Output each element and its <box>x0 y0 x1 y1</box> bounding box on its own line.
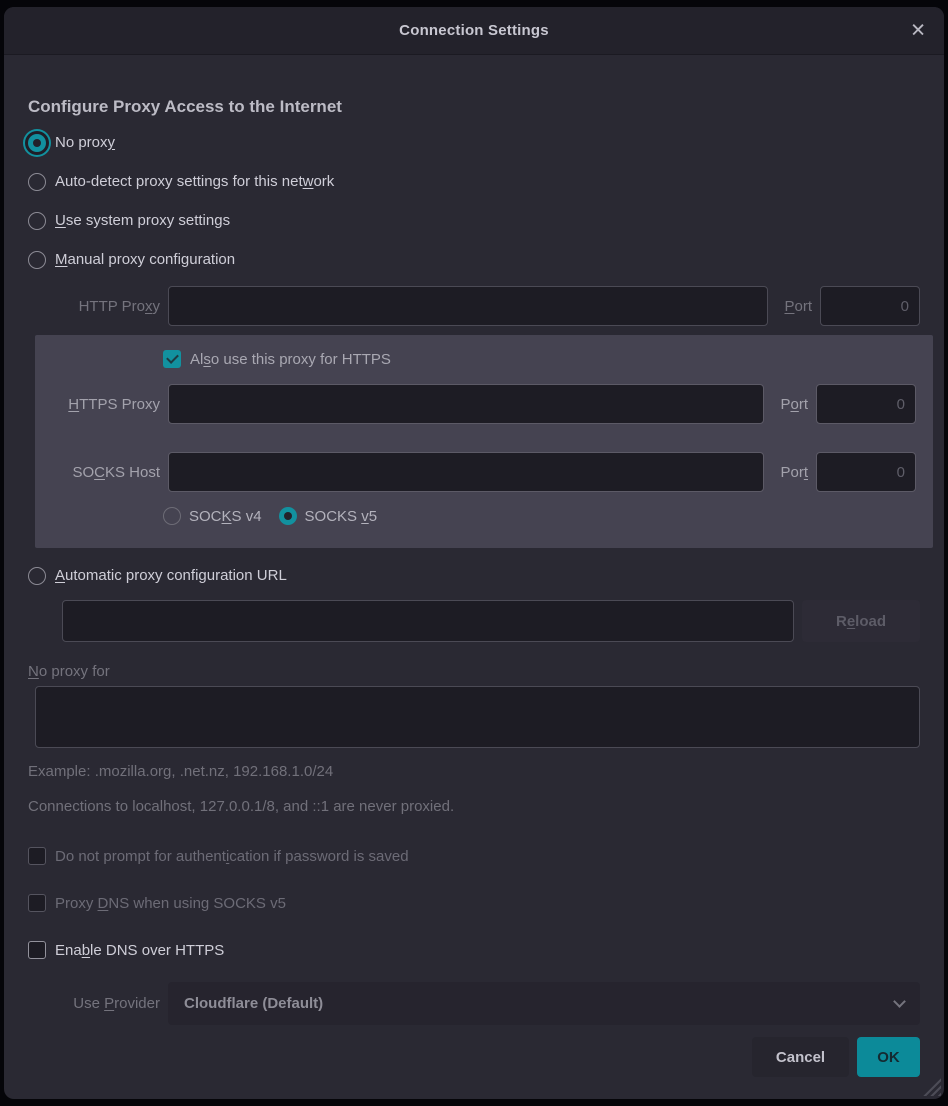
resize-grip-icon[interactable] <box>923 1078 941 1096</box>
http-proxy-label: HTTP Proxy <box>28 298 160 315</box>
radio-system-proxy[interactable] <box>28 212 46 230</box>
radio-label-manual-proxy: Manual proxy configuration <box>55 251 235 268</box>
radio-row-auto-detect[interactable]: Auto-detect proxy settings for this netw… <box>28 162 920 201</box>
auto-url-input[interactable] <box>62 600 794 642</box>
https-port-label: Port <box>772 396 808 413</box>
proxy-dns-checkbox[interactable] <box>28 894 46 912</box>
http-port-label: Port <box>776 298 812 315</box>
also-https-checkbox[interactable] <box>163 350 181 368</box>
dialog-footer: Cancel OK <box>28 1037 920 1077</box>
socks-host-row: SOCKS Host Port <box>35 450 916 494</box>
bottom-checkboxes: Do not prompt for authentication if pass… <box>28 841 920 965</box>
https-port-input[interactable] <box>816 384 916 424</box>
https-proxy-input[interactable] <box>168 384 764 424</box>
socks-host-input[interactable] <box>168 452 764 492</box>
also-https-row[interactable]: Also use this proxy for HTTPS <box>35 345 916 373</box>
socks-version-row: SOCKS v4 SOCKS v5 <box>35 500 916 532</box>
radio-row-system-proxy[interactable]: Use system proxy settings <box>28 201 920 240</box>
enable-doh-checkbox[interactable] <box>28 941 46 959</box>
chevron-down-icon <box>893 995 906 1008</box>
reload-button[interactable]: Reload <box>802 600 920 642</box>
http-proxy-row: HTTP Proxy Port <box>28 284 920 328</box>
dialog-title: Connection Settings <box>399 22 549 39</box>
radio-label-auto-detect: Auto-detect proxy settings for this netw… <box>55 173 334 190</box>
enable-doh-label: Enable DNS over HTTPS <box>55 942 224 959</box>
provider-row: Use Provider Cloudflare (Default) <box>28 982 920 1025</box>
no-prompt-auth-row[interactable]: Do not prompt for authentication if pass… <box>28 841 920 871</box>
radio-auto-url[interactable] <box>28 567 46 585</box>
radio-label-socks-v4: SOCKS v4 <box>189 508 262 525</box>
radio-manual-proxy[interactable] <box>28 251 46 269</box>
no-prompt-auth-label: Do not prompt for authentication if pass… <box>55 848 409 865</box>
radio-auto-detect[interactable] <box>28 173 46 191</box>
cancel-button[interactable]: Cancel <box>752 1037 849 1077</box>
auto-url-row: Reload <box>62 599 920 643</box>
provider-value: Cloudflare (Default) <box>184 995 323 1012</box>
close-icon[interactable]: ✕ <box>910 21 926 40</box>
no-proxy-for-textarea[interactable] <box>35 686 920 748</box>
no-proxy-for-label: No proxy for <box>28 663 920 680</box>
example-hint: Example: .mozilla.org, .net.nz, 192.168.… <box>28 763 920 780</box>
http-proxy-input[interactable] <box>168 286 768 326</box>
dialog-titlebar: Connection Settings ✕ <box>4 7 944 55</box>
no-prompt-auth-checkbox[interactable] <box>28 847 46 865</box>
localhost-hint: Connections to localhost, 127.0.0.1/8, a… <box>28 798 920 815</box>
enable-doh-row[interactable]: Enable DNS over HTTPS <box>28 935 920 965</box>
socks-host-label: SOCKS Host <box>35 464 160 481</box>
radio-label-socks-v5: SOCKS v5 <box>305 508 378 525</box>
radio-label-no-proxy: No proxy <box>55 134 115 151</box>
radio-row-manual-proxy[interactable]: Manual proxy configuration <box>28 240 920 279</box>
provider-label: Use Provider <box>28 995 160 1012</box>
radio-label-auto-url: Automatic proxy configuration URL <box>55 567 287 584</box>
https-proxy-row: HTTPS Proxy Port <box>35 382 916 426</box>
radio-label-system-proxy: Use system proxy settings <box>55 212 230 229</box>
radio-socks-v4[interactable] <box>163 507 181 525</box>
radio-row-auto-url[interactable]: Automatic proxy configuration URL <box>28 556 920 595</box>
proxy-dns-row[interactable]: Proxy DNS when using SOCKS v5 <box>28 888 920 918</box>
https-proxy-label: HTTPS Proxy <box>35 396 160 413</box>
provider-dropdown[interactable]: Cloudflare (Default) <box>168 982 920 1025</box>
https-socks-section: Also use this proxy for HTTPS HTTPS Prox… <box>35 335 933 548</box>
page-title: Configure Proxy Access to the Internet <box>28 97 920 117</box>
http-port-input[interactable] <box>820 286 920 326</box>
radio-no-proxy[interactable] <box>28 134 46 152</box>
also-https-label: Also use this proxy for HTTPS <box>190 351 391 368</box>
proxy-dns-label: Proxy DNS when using SOCKS v5 <box>55 895 286 912</box>
connection-settings-dialog: Connection Settings ✕ Configure Proxy Ac… <box>4 7 944 1099</box>
socks-port-input[interactable] <box>816 452 916 492</box>
dialog-content: Configure Proxy Access to the Internet N… <box>4 97 944 1077</box>
socks-port-label: Port <box>772 464 808 481</box>
radio-socks-v5[interactable] <box>279 507 297 525</box>
radio-row-no-proxy[interactable]: No proxy <box>28 123 920 162</box>
ok-button[interactable]: OK <box>857 1037 920 1077</box>
